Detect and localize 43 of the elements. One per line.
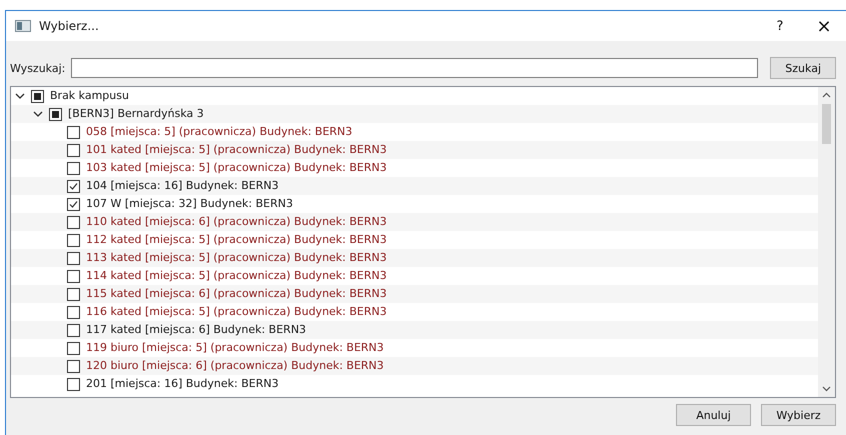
- checkbox[interactable]: [67, 180, 80, 192]
- checkbox[interactable]: [67, 360, 80, 372]
- search-button[interactable]: Szukaj: [770, 57, 836, 79]
- tree-item-label[interactable]: 119 biuro [miejsca: 5] (pracownicza) Budynek: BERN3: [86, 341, 384, 355]
- close-button[interactable]: ×: [802, 11, 846, 41]
- scrollbar-thumb[interactable]: [822, 104, 831, 144]
- tree-item-label[interactable]: [BERN3] Bernardyńska 3: [68, 107, 204, 121]
- checkbox[interactable]: [67, 324, 80, 336]
- chevron-icon[interactable]: [33, 109, 43, 119]
- scroll-down-icon[interactable]: [822, 386, 831, 392]
- checkbox[interactable]: [67, 198, 80, 210]
- checkbox[interactable]: [67, 144, 80, 156]
- tree-item-label[interactable]: 104 [miejsca: 16] Budynek: BERN3: [86, 179, 279, 193]
- checkbox[interactable]: [67, 342, 80, 354]
- search-label: Wyszukaj:: [10, 62, 66, 74]
- scrollbar[interactable]: [818, 87, 835, 397]
- tree-item-label[interactable]: 058 [miejsca: 5] (pracownicza) Budynek: BERN3: [86, 125, 352, 139]
- checkbox[interactable]: [67, 234, 80, 246]
- checkbox[interactable]: [31, 90, 44, 102]
- chevron-icon[interactable]: [15, 91, 25, 101]
- checkbox[interactable]: [67, 270, 80, 282]
- checkbox[interactable]: [67, 252, 80, 264]
- checkbox[interactable]: [67, 306, 80, 318]
- tree-item-label[interactable]: 103 kated [miejsca: 5] (pracownicza) Budynek: BERN3: [86, 161, 387, 175]
- tree-item-label[interactable]: 201 [miejsca: 16] Budynek: BERN3: [86, 377, 279, 391]
- help-button[interactable]: ?: [758, 11, 802, 41]
- window-title: Wybierz...: [39, 19, 99, 33]
- scroll-up-icon[interactable]: [822, 92, 831, 98]
- dialog-button[interactable]: Wybierz: [761, 404, 836, 426]
- tree-item-label[interactable]: 114 kated [miejsca: 5] (pracownicza) Budynek: BERN3: [86, 269, 387, 283]
- tree-item-label[interactable]: Brak kampusu: [50, 89, 129, 103]
- checkbox[interactable]: [67, 216, 80, 228]
- search-field[interactable]: [71, 58, 758, 78]
- tree-item-label[interactable]: 112 kated [miejsca: 5] (pracownicza) Budynek: BERN3: [86, 233, 387, 247]
- checkbox[interactable]: [67, 162, 80, 174]
- checkbox[interactable]: [67, 126, 80, 138]
- tree-item-label[interactable]: 107 W [miejsca: 32] Budynek: BERN3: [86, 197, 293, 211]
- app-icon: [15, 20, 31, 32]
- tree-item-label[interactable]: 116 kated [miejsca: 5] (pracownicza) Budynek: BERN3: [86, 305, 387, 319]
- dialog-button[interactable]: Anuluj: [676, 404, 751, 426]
- checkbox[interactable]: [67, 378, 80, 390]
- checkbox[interactable]: [49, 108, 62, 120]
- checkbox[interactable]: [67, 288, 80, 300]
